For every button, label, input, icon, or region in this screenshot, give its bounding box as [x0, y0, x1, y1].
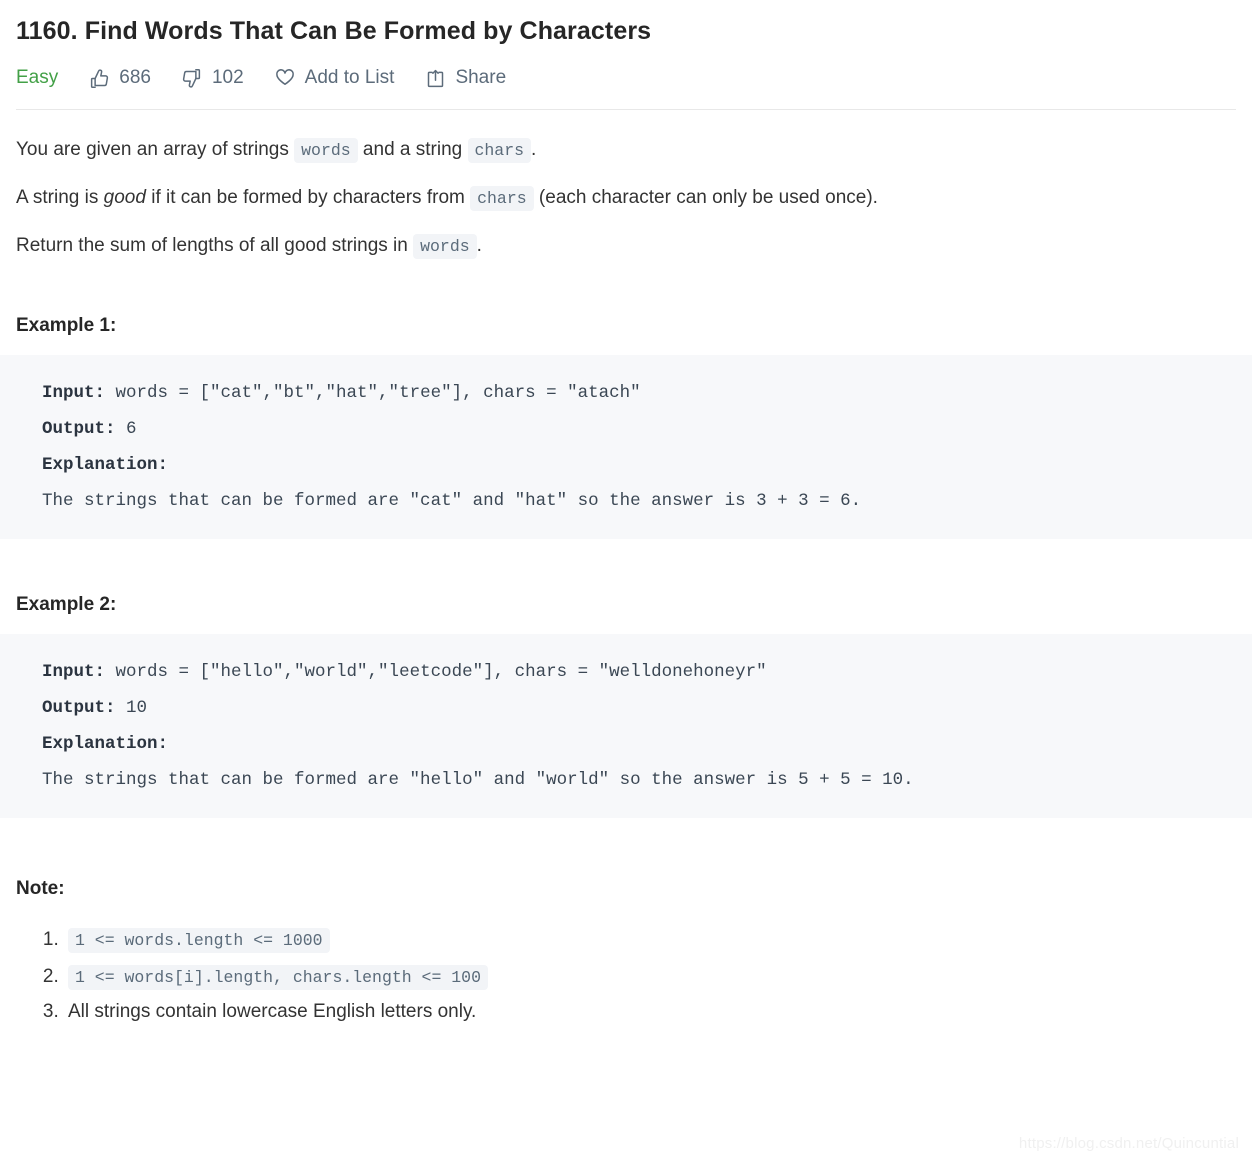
desc-p1-text-a: You are given an array of strings [16, 139, 295, 160]
problem-page: 1160. Find Words That Can Be Formed by C… [0, 0, 1252, 1166]
description-paragraph-1: You are given an array of strings words … [16, 110, 1236, 164]
example-2-code-block: Input: words = ["hello","world","leetcod… [0, 634, 1252, 818]
inline-code-words-2: words [413, 234, 477, 259]
like-count: 686 [119, 67, 151, 88]
description-paragraph-3: Return the sum of lengths of all good st… [16, 212, 1236, 260]
note-list-item: All strings contain lowercase English le… [64, 996, 1236, 1028]
problem-meta-bar: Easy 686 102 Add to List Share [16, 63, 1236, 93]
add-to-list-label: Add to List [304, 67, 395, 88]
add-to-list-button[interactable]: Add to List [274, 67, 395, 89]
example-1-code-block: Input: words = ["cat","bt","hat","tree"]… [0, 355, 1252, 539]
note-list-item: 1 <= words[i].length, chars.length <= 10… [64, 959, 1236, 996]
inline-code-words-1: words [294, 138, 358, 163]
example-1-output-label: Output: [42, 419, 116, 439]
difficulty-badge: Easy [16, 67, 59, 88]
desc-p3-text-a: Return the sum of lengths of all good st… [16, 235, 414, 256]
desc-p2-text-a: A string is [16, 187, 104, 208]
desc-p1-text-c: . [531, 139, 537, 160]
inline-code-chars-2: chars [470, 186, 534, 211]
inline-code-chars-1: chars [467, 138, 532, 163]
note-constraint-code-2: 1 <= words[i].length, chars.length <= 10… [68, 965, 488, 990]
dislike-button[interactable]: 102 [181, 67, 244, 89]
example-1-input-value: words = ["cat","bt","hat","tree"], chars… [105, 383, 641, 403]
note-list: 1 <= words.length <= 1000 1 <= words[i].… [16, 922, 1236, 1028]
share-icon [424, 67, 446, 89]
description-paragraph-2: A string is good if it can be formed by … [16, 164, 1236, 212]
note-constraint-code-1: 1 <= words.length <= 1000 [68, 928, 330, 953]
example-2-explanation-text: The strings that can be formed are "hell… [42, 770, 914, 790]
example-2-input-value: words = ["hello","world","leetcode"], ch… [105, 662, 767, 682]
example-1-explanation-label: Explanation: [42, 455, 169, 475]
example-1-output-value: 6 [115, 419, 137, 439]
share-label: Share [455, 67, 507, 88]
page-title: 1160. Find Words That Can Be Formed by C… [16, 17, 652, 45]
share-button[interactable]: Share [424, 67, 506, 89]
dislike-count: 102 [211, 67, 244, 88]
example-2-input-label: Input: [42, 662, 106, 682]
desc-p2-emphasis: good [103, 187, 146, 208]
note-list-item: 1 <= words.length <= 1000 [64, 922, 1236, 959]
example-1-input-label: Input: [42, 383, 106, 403]
desc-p2-text-b: if it can be formed by characters from [145, 187, 471, 208]
desc-p1-text-b: and a string [357, 139, 468, 160]
example-2-output-label: Output: [42, 698, 116, 718]
watermark: https://blog.csdn.net/Quincuntial [1018, 1135, 1239, 1152]
heart-icon [274, 67, 296, 89]
desc-p3-text-b: . [476, 235, 482, 256]
thumbs-down-icon [181, 67, 203, 89]
note-heading: Note: [16, 878, 65, 899]
note-constraint-text-3: All strings contain lowercase English le… [68, 1001, 477, 1022]
example-2-heading: Example 2: [16, 594, 117, 615]
desc-p2-text-c: (each character can only be used once). [533, 187, 878, 208]
example-1-heading: Example 1: [16, 315, 117, 336]
example-2-output-value: 10 [115, 698, 148, 718]
like-button[interactable]: 686 [88, 67, 151, 89]
example-2-explanation-label: Explanation: [42, 734, 169, 754]
example-1-explanation-text: The strings that can be formed are "cat"… [42, 491, 862, 511]
thumbs-up-icon [88, 67, 110, 89]
